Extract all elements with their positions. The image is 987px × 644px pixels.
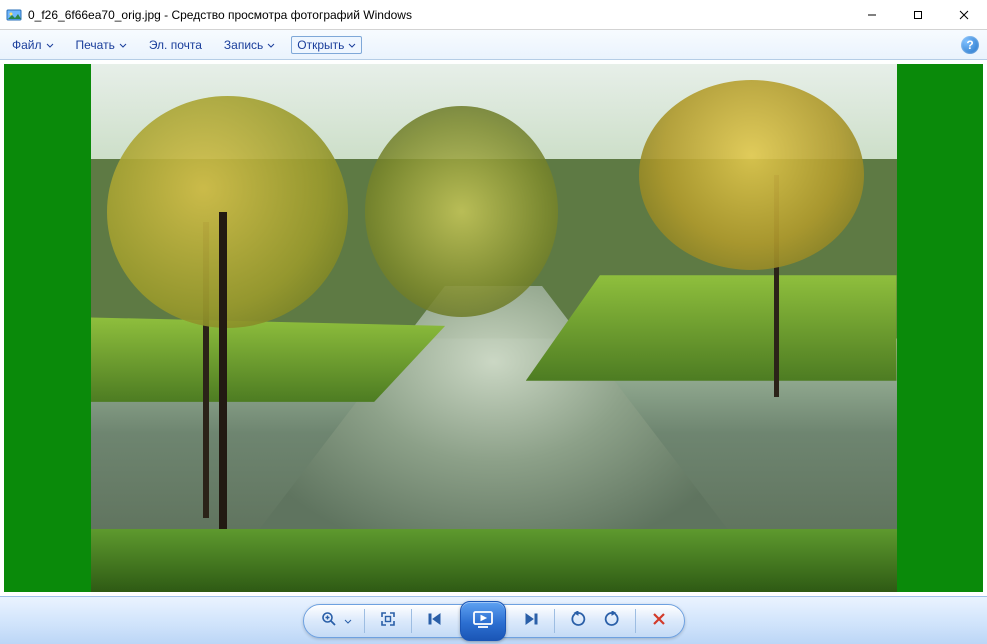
image-stage <box>0 60 987 596</box>
chevron-down-icon <box>46 38 54 52</box>
menu-open[interactable]: Открыть <box>291 36 362 54</box>
menu-print[interactable]: Печать <box>70 36 133 54</box>
control-pill <box>303 604 685 638</box>
menu-email[interactable]: Эл. почта <box>143 36 208 54</box>
fit-to-window-button[interactable] <box>377 610 399 632</box>
next-icon <box>524 612 538 629</box>
menu-bar: Файл Печать Эл. почта Запись Открыть ? <box>0 30 987 60</box>
chevron-down-icon <box>119 38 127 52</box>
help-icon-symbol: ? <box>966 38 973 52</box>
menu-file[interactable]: Файл <box>6 36 60 54</box>
slideshow-icon <box>472 610 494 631</box>
menu-open-label: Открыть <box>297 38 344 52</box>
window-title: 0_f26_6f66ea70_orig.jpg - Средство просм… <box>28 8 412 22</box>
bottom-toolbar <box>0 596 987 644</box>
close-button[interactable] <box>941 0 987 29</box>
chevron-down-icon <box>348 38 356 52</box>
next-button[interactable] <box>520 610 542 632</box>
rotate-ccw-button[interactable] <box>567 610 589 632</box>
menu-email-label: Эл. почта <box>149 38 202 52</box>
rotate-ccw-icon <box>570 611 586 630</box>
menu-burn[interactable]: Запись <box>218 36 281 54</box>
delete-icon <box>652 612 666 629</box>
menu-burn-label: Запись <box>224 38 263 52</box>
displayed-photo[interactable] <box>91 64 897 592</box>
previous-button[interactable] <box>424 610 446 632</box>
window-titlebar: 0_f26_6f66ea70_orig.jpg - Средство просм… <box>0 0 987 30</box>
menu-file-label: Файл <box>12 38 42 52</box>
image-letterbox <box>4 64 983 592</box>
rotate-cw-button[interactable] <box>601 610 623 632</box>
separator <box>364 609 365 633</box>
chevron-down-icon[interactable] <box>344 614 352 628</box>
maximize-button[interactable] <box>895 0 941 29</box>
separator <box>411 609 412 633</box>
separator <box>554 609 555 633</box>
fit-icon <box>380 611 396 630</box>
menu-print-label: Печать <box>76 38 115 52</box>
previous-icon <box>428 612 442 629</box>
slideshow-button[interactable] <box>460 601 506 641</box>
minimize-button[interactable] <box>849 0 895 29</box>
app-icon <box>6 7 22 23</box>
window-controls <box>849 0 987 29</box>
separator <box>635 609 636 633</box>
rotate-cw-icon <box>604 611 620 630</box>
delete-button[interactable] <box>648 610 670 632</box>
zoom-button[interactable] <box>318 610 340 632</box>
magnifier-icon <box>321 611 337 630</box>
chevron-down-icon <box>267 38 275 52</box>
help-button[interactable]: ? <box>961 36 979 54</box>
